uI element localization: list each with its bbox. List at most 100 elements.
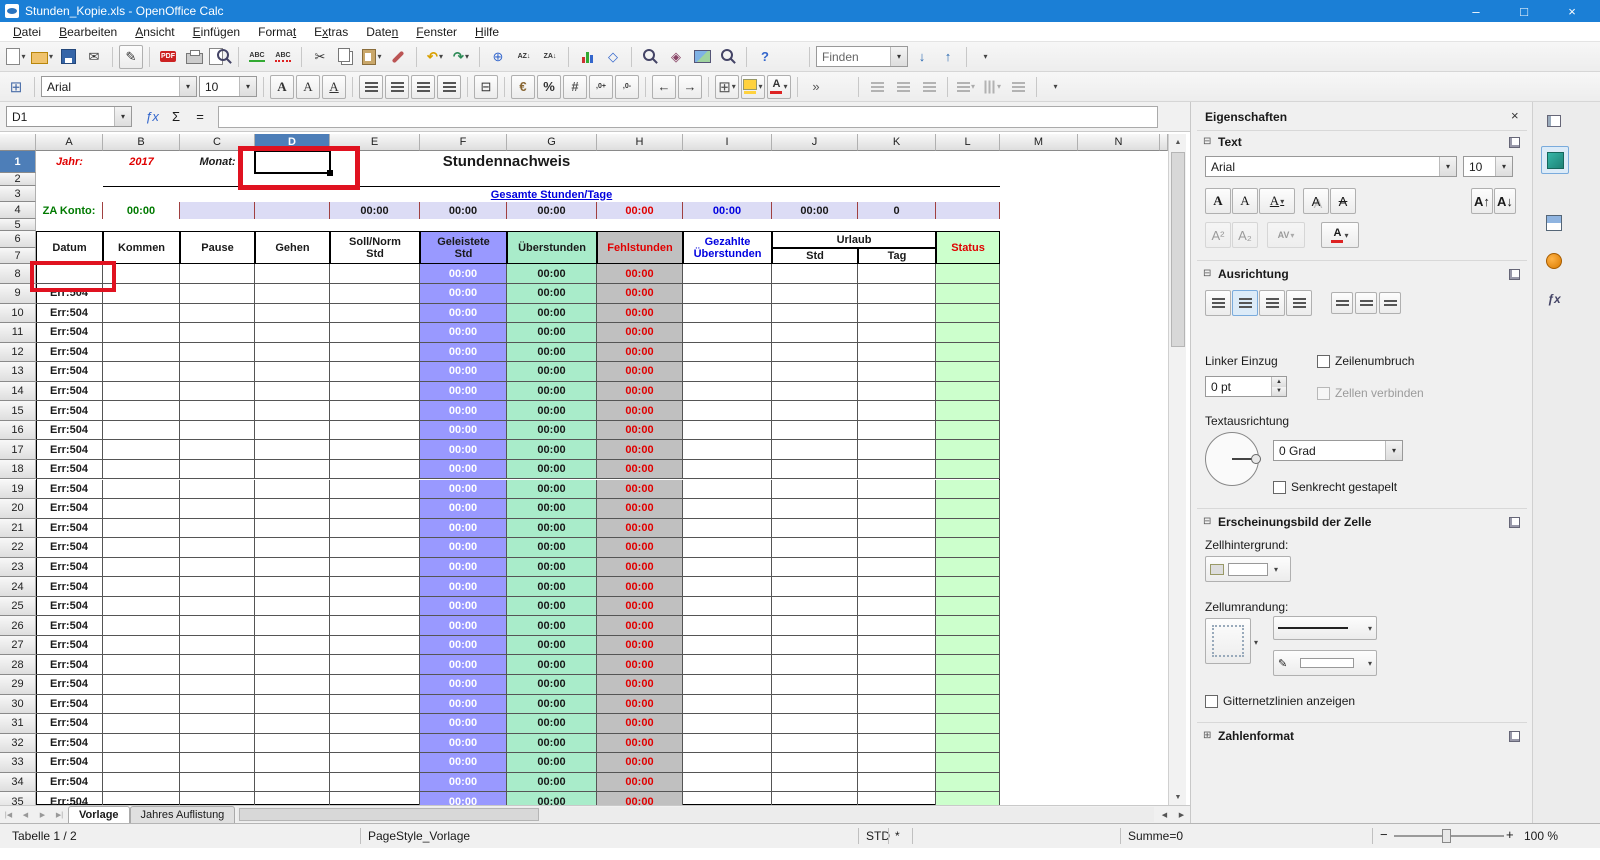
cell-C21[interactable] bbox=[180, 519, 255, 539]
cell-F4[interactable]: 00:00 bbox=[420, 202, 507, 219]
cell-A34[interactable]: Err:504 bbox=[36, 773, 103, 793]
collapse-alignment-section-icon[interactable]: ⊟ bbox=[1203, 268, 1211, 279]
cell-B29[interactable] bbox=[103, 675, 180, 695]
cell-C17[interactable] bbox=[180, 440, 255, 460]
cell-A14[interactable]: Err:504 bbox=[36, 382, 103, 402]
row-number-22[interactable]: 22 bbox=[0, 538, 36, 558]
show-gridlines-checkbox[interactable]: Gitternetzlinien anzeigen bbox=[1205, 694, 1355, 708]
cell-J11[interactable] bbox=[772, 323, 858, 343]
row-number-8[interactable]: 8 bbox=[0, 264, 36, 284]
cell-I17[interactable] bbox=[683, 440, 772, 460]
row-number-20[interactable]: 20 bbox=[0, 499, 36, 519]
new-document-button[interactable]: ▾ bbox=[4, 45, 28, 69]
cell-E10[interactable] bbox=[330, 304, 420, 324]
cell-H19[interactable]: 00:00 bbox=[597, 480, 683, 500]
cell-D24[interactable] bbox=[255, 577, 330, 597]
cell-C12[interactable] bbox=[180, 343, 255, 363]
cell-B1[interactable]: 2017 bbox=[103, 151, 180, 173]
row-number-15[interactable]: 15 bbox=[0, 401, 36, 421]
row-number-23[interactable]: 23 bbox=[0, 558, 36, 578]
menu-format[interactable]: Format bbox=[249, 23, 305, 41]
cell-K13[interactable] bbox=[858, 362, 936, 382]
cell-J33[interactable] bbox=[772, 753, 858, 773]
auto-spellcheck-button[interactable]: ABC bbox=[271, 45, 295, 69]
cell-F11[interactable]: 00:00 bbox=[420, 323, 507, 343]
sidebar-font-name-value[interactable]: Arial bbox=[1206, 160, 1439, 174]
cell-K16[interactable] bbox=[858, 421, 936, 441]
font-size-dropdown-icon[interactable]: ▾ bbox=[239, 77, 256, 96]
row-number-17[interactable]: 17 bbox=[0, 440, 36, 460]
cell-L11[interactable] bbox=[936, 323, 1000, 343]
deck-styles-button[interactable] bbox=[1541, 210, 1567, 236]
cell-I33[interactable] bbox=[683, 753, 772, 773]
cell-B34[interactable] bbox=[103, 773, 180, 793]
sidebar-underline-button[interactable]: A▾ bbox=[1259, 188, 1295, 214]
help-button[interactable]: ? bbox=[753, 45, 777, 69]
cell-A26[interactable]: Err:504 bbox=[36, 616, 103, 636]
dropdown-icon[interactable]: ▾ bbox=[439, 52, 443, 61]
cell-J29[interactable] bbox=[772, 675, 858, 695]
row-number-12[interactable]: 12 bbox=[0, 343, 36, 363]
cell-A15[interactable]: Err:504 bbox=[36, 401, 103, 421]
cell-D23[interactable] bbox=[255, 558, 330, 578]
row-number-7[interactable]: 7 bbox=[0, 248, 36, 264]
dropdown-icon[interactable]: ▾ bbox=[465, 52, 469, 61]
cell-B33[interactable] bbox=[103, 753, 180, 773]
cell-L33[interactable] bbox=[936, 753, 1000, 773]
merge-cells-checkbox[interactable]: Zellen verbinden bbox=[1317, 386, 1424, 400]
cell-A22[interactable]: Err:504 bbox=[36, 538, 103, 558]
cell-C10[interactable] bbox=[180, 304, 255, 324]
cell-A32[interactable]: Err:504 bbox=[36, 734, 103, 754]
cell-C35[interactable] bbox=[180, 792, 255, 805]
cell-A29[interactable]: Err:504 bbox=[36, 675, 103, 695]
cell-L34[interactable] bbox=[936, 773, 1000, 793]
cell-K15[interactable] bbox=[858, 401, 936, 421]
cell-D13[interactable] bbox=[255, 362, 330, 382]
row-number-5[interactable]: 5 bbox=[0, 219, 36, 231]
cell-J17[interactable] bbox=[772, 440, 858, 460]
cell-H9[interactable]: 00:00 bbox=[597, 284, 683, 304]
border-line-color-button[interactable]: ✎▾ bbox=[1273, 650, 1377, 676]
cell-D27[interactable] bbox=[255, 636, 330, 656]
last-sheet-button[interactable]: ▶| bbox=[51, 806, 68, 823]
deck-gallery-button[interactable] bbox=[1541, 248, 1567, 274]
cell-B11[interactable] bbox=[103, 323, 180, 343]
cell-B28[interactable] bbox=[103, 655, 180, 675]
column-header-überstunden[interactable]: Überstunden bbox=[507, 231, 597, 264]
zoom-in-button[interactable]: + bbox=[1506, 827, 1514, 842]
cell-E24[interactable] bbox=[330, 577, 420, 597]
cell-J4[interactable]: 00:00 bbox=[772, 202, 858, 219]
cell-C23[interactable] bbox=[180, 558, 255, 578]
cell-E4[interactable]: 00:00 bbox=[330, 202, 420, 219]
cell-G31[interactable]: 00:00 bbox=[507, 714, 597, 734]
cell-H31[interactable]: 00:00 bbox=[597, 714, 683, 734]
cell-L30[interactable] bbox=[936, 695, 1000, 715]
cell-F20[interactable]: 00:00 bbox=[420, 499, 507, 519]
left-indent-input[interactable]: 0 pt▲▼ bbox=[1205, 376, 1287, 397]
column-letter-G[interactable]: G bbox=[507, 134, 597, 151]
cell-J15[interactable] bbox=[772, 401, 858, 421]
degrees-value[interactable]: 0 Grad bbox=[1274, 444, 1385, 458]
cell-L10[interactable] bbox=[936, 304, 1000, 324]
cell-border-preset-button[interactable] bbox=[1205, 618, 1251, 664]
cell-K11[interactable] bbox=[858, 323, 936, 343]
decrease-indent-button[interactable]: ← bbox=[652, 75, 676, 99]
cell-G16[interactable]: 00:00 bbox=[507, 421, 597, 441]
cell-H32[interactable]: 00:00 bbox=[597, 734, 683, 754]
cell-J20[interactable] bbox=[772, 499, 858, 519]
cell-I20[interactable] bbox=[683, 499, 772, 519]
cell-D25[interactable] bbox=[255, 597, 330, 617]
cell-D35[interactable] bbox=[255, 792, 330, 805]
cell-L22[interactable] bbox=[936, 538, 1000, 558]
menu-ansicht[interactable]: Ansicht bbox=[126, 23, 183, 41]
formula-input[interactable] bbox=[218, 106, 1158, 128]
cell-H14[interactable]: 00:00 bbox=[597, 382, 683, 402]
cell-I30[interactable] bbox=[683, 695, 772, 715]
expand-number-section-icon[interactable]: ⊞ bbox=[1203, 730, 1211, 741]
cell-K17[interactable] bbox=[858, 440, 936, 460]
find-toolbar-input[interactable]: Finden▾ bbox=[816, 46, 908, 67]
row-number-28[interactable]: 28 bbox=[0, 655, 36, 675]
cell-H25[interactable]: 00:00 bbox=[597, 597, 683, 617]
function-button[interactable]: = bbox=[188, 106, 212, 128]
minimize-button[interactable]: – bbox=[1456, 0, 1496, 22]
